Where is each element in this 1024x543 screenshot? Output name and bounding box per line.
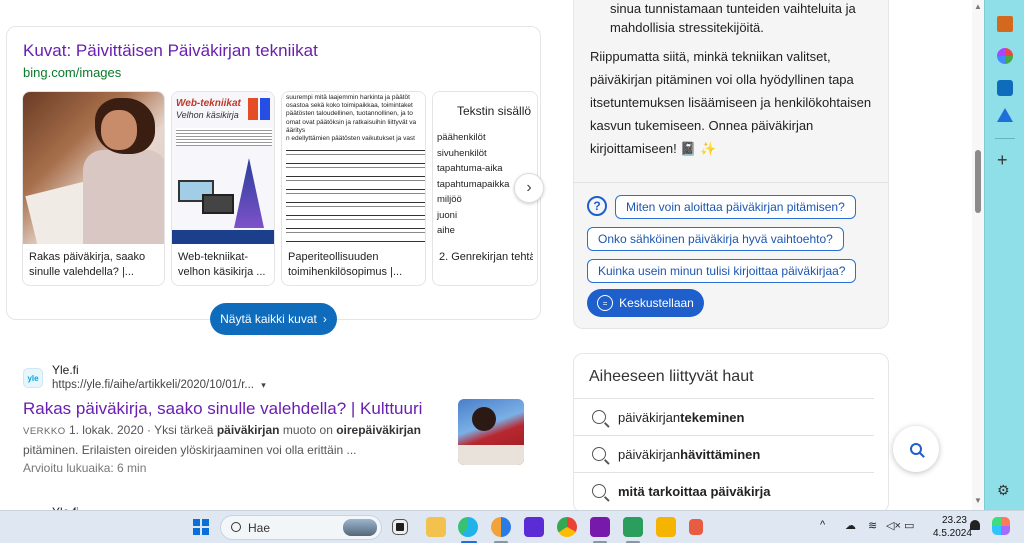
app-icon[interactable]: [689, 519, 703, 535]
briefcase-icon[interactable]: [997, 16, 1013, 32]
search-icon: [231, 522, 241, 532]
show-all-images-label: Näytä kaikki kuvat: [220, 312, 317, 326]
result-url-text: https://yle.fi/aihe/artikkeli/2020/10/01…: [52, 379, 255, 391]
thumbnail-art-text: suurempi mitä laajemmin harkinta ja päät…: [286, 94, 417, 143]
result-type-badge: VERKKO: [23, 426, 66, 437]
thumbnail-image: suurempi mitä laajemmin harkinta ja päät…: [282, 92, 425, 244]
taskbar-search-box[interactable]: Hae: [220, 515, 382, 540]
question-icon: ?: [587, 196, 607, 216]
start-chat-label: Keskustellaan: [619, 296, 694, 310]
floating-search-button[interactable]: [893, 426, 939, 472]
image-results-card: Kuvat: Päivittäisen Päiväkirjan tekniika…: [6, 26, 544, 320]
browser-page: Kuvat: Päivittäisen Päiväkirjan tekniika…: [0, 0, 1024, 543]
result-title-link[interactable]: Rakas päiväkirja, saako sinulle valehdel…: [23, 399, 422, 419]
suggestion-chip[interactable]: Miten voin aloittaa päiväkirjan pitämise…: [615, 195, 856, 219]
chevron-up-icon[interactable]: ^: [820, 519, 825, 531]
thumbnail-image: Tekstin sisällö päähenkilöt sivuhenkilöt…: [433, 92, 537, 244]
thumbnail-caption: Rakas päiväkirja, saako sinulle valehdel…: [29, 251, 146, 278]
thumbnail-art-heading: Tekstin sisällö: [457, 104, 532, 118]
thumbnail-art-list: päähenkilöt sivuhenkilöt tapahtuma-aika …: [437, 132, 510, 236]
html5-logo-icon: [248, 98, 258, 120]
answer-closing-text: Riippumatta siitä, minkä tekniikan valit…: [590, 49, 872, 156]
related-search-item[interactable]: mitä tarkoittaa päiväkirja: [574, 472, 874, 509]
battery-icon[interactable]: ▭: [904, 519, 914, 532]
edge-sidebar: + ⚙: [984, 0, 1024, 510]
task-view-icon[interactable]: [392, 519, 408, 535]
windows-start-icon[interactable]: [193, 519, 209, 535]
answer-bullet-text: sinua tunnistamaan tunteiden vaihteluita…: [596, 0, 870, 37]
chrome-icon[interactable]: [557, 517, 577, 537]
thumbnail-art-title: Web-tekniikat: [176, 98, 241, 109]
edge-browser-icon[interactable]: [458, 517, 478, 537]
related-search-item[interactable]: päiväkirjan tekeminen: [574, 398, 874, 435]
caret-down-icon[interactable]: ▾: [261, 380, 266, 390]
clock[interactable]: 23.23 4.5.2024: [933, 514, 972, 540]
result-site-name[interactable]: Yle.fi: [52, 363, 79, 377]
search-icon: [592, 447, 606, 461]
file-explorer-icon[interactable]: [426, 517, 446, 537]
image-thumbnail[interactable]: Web-tekniikat Velhon käsikirja Web-tekni…: [171, 91, 275, 286]
show-all-images-button[interactable]: Näytä kaikki kuvat ›: [210, 303, 337, 335]
onedrive-cloud-icon[interactable]: ☁: [845, 519, 856, 532]
search-highlight-image: [343, 519, 377, 536]
scroll-down-icon[interactable]: ▼: [974, 496, 982, 505]
copilot-icon[interactable]: [997, 48, 1013, 64]
affinity-app-icon[interactable]: [524, 517, 544, 537]
chevron-right-icon: ›: [526, 179, 532, 196]
onenote-icon[interactable]: [590, 517, 610, 537]
suggestion-chip[interactable]: Kuinka usein minun tulisi kirjoittaa päi…: [587, 259, 857, 283]
send-icon[interactable]: [997, 108, 1013, 122]
app-icon[interactable]: [623, 517, 643, 537]
volume-muted-icon[interactable]: ◁×: [886, 519, 901, 532]
image-thumbnail[interactable]: suurempi mitä laajemmin harkinta ja päät…: [281, 91, 426, 286]
divider: [574, 182, 888, 183]
thumbnail-caption: 2. Genrekirjan tehtä: [439, 251, 533, 263]
app-icon[interactable]: [656, 517, 676, 537]
site-favicon-icon: yle: [23, 368, 43, 388]
css3-logo-icon: [260, 98, 270, 120]
thumbnail-image: [23, 92, 164, 244]
chat-bubble-icon: =: [597, 295, 614, 311]
scrollbar-thumb[interactable]: [975, 150, 981, 213]
image-thumbnail[interactable]: Rakas päiväkirja, saako sinulle valehdel…: [22, 91, 165, 286]
clock-date: 4.5.2024: [933, 528, 972, 539]
taskbar-search-placeholder: Hae: [248, 521, 271, 535]
thumbnail-caption: Web-tekniikat-velhon käsikirja ...: [178, 251, 266, 278]
result-read-time: Arvioitu lukuaika: 6 min: [23, 461, 147, 475]
image-results-title[interactable]: Kuvat: Päivittäisen Päiväkirjan tekniika…: [23, 41, 318, 61]
result-thumbnail[interactable]: [458, 399, 524, 465]
result-url[interactable]: https://yle.fi/aihe/artikkeli/2020/10/01…: [52, 379, 266, 391]
related-searches-card: Aiheeseen liittyvät haut päiväkirjan tek…: [573, 353, 889, 513]
start-chat-button[interactable]: = Keskustellaan: [587, 289, 704, 317]
related-search-item[interactable]: päiväkirjan hävittäminen: [574, 435, 874, 472]
related-searches-title: Aiheeseen liittyvät haut: [589, 368, 754, 385]
divider: [995, 138, 1015, 139]
search-icon: [910, 443, 922, 455]
vertical-scrollbar[interactable]: ▲ ▼: [972, 0, 984, 510]
copilot-answer-panel: sinua tunnistamaan tunteiden vaihteluita…: [573, 0, 889, 329]
wifi-icon[interactable]: ≋: [868, 519, 877, 532]
thumbnail-caption: Paperiteollisuuden toimihenkilösopimus |…: [288, 251, 403, 278]
notification-bell-icon[interactable]: [970, 520, 980, 530]
scroll-up-icon[interactable]: ▲: [974, 2, 982, 11]
gear-icon[interactable]: ⚙: [997, 482, 1010, 499]
add-icon[interactable]: +: [997, 150, 1008, 171]
thumbnail-image: Web-tekniikat Velhon käsikirja: [172, 92, 274, 244]
outlook-icon[interactable]: [997, 80, 1013, 96]
taskbar: Hae ^ ☁ ≋ ◁× ▭ 23.23 4.5.2024: [0, 510, 1024, 543]
suggestion-chip[interactable]: Onko sähköinen päiväkirja hyvä vaihtoeht…: [587, 227, 844, 251]
image-results-source[interactable]: bing.com/images: [23, 65, 121, 80]
result-snippet: VERKKO 1. lokak. 2020 · Yksi tärkeä päiv…: [23, 423, 421, 457]
chevron-right-icon: ›: [322, 312, 327, 326]
carousel-next-button[interactable]: ›: [514, 173, 544, 203]
search-icon: [592, 410, 606, 424]
search-icon: [592, 484, 606, 498]
clock-time: 23.23: [941, 515, 967, 526]
edge-profile-icon[interactable]: [491, 517, 511, 537]
thumbnail-art-subtitle: Velhon käsikirja: [176, 110, 239, 120]
copilot-taskbar-icon[interactable]: [992, 517, 1010, 535]
